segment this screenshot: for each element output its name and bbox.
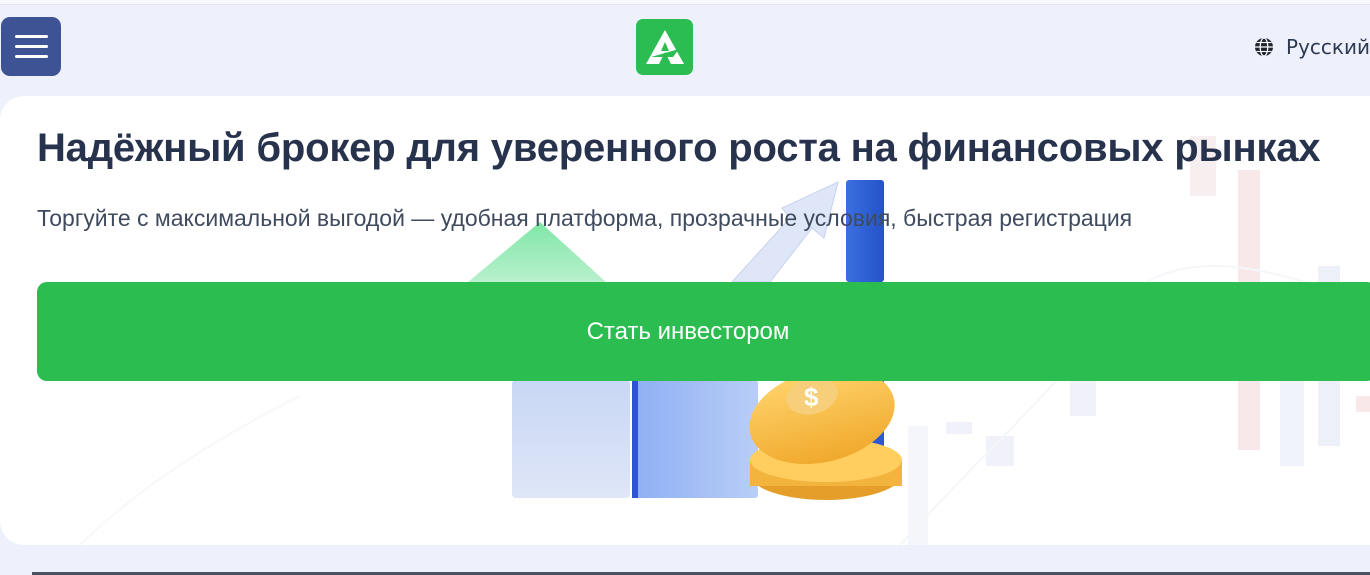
hamburger-menu-icon xyxy=(14,35,48,38)
brand-logo-icon xyxy=(645,30,684,64)
menu-button[interactable] xyxy=(1,17,61,76)
language-selector[interactable]: Русский xyxy=(1254,32,1370,62)
globe-icon xyxy=(1255,37,1274,57)
top-divider xyxy=(0,0,1370,5)
brand-logo[interactable] xyxy=(636,19,693,75)
menu-icon-line xyxy=(14,55,48,58)
become-investor-button[interactable]: Стать инвестором xyxy=(37,282,1370,381)
hero-subtitle: Торгуйте с максимальной выгодой — удобна… xyxy=(37,205,1133,231)
cta-label: Стать инвестором xyxy=(586,317,790,345)
hero-section: $ Надёжный брокер для уверенного роста н… xyxy=(0,96,1370,545)
svg-text:$: $ xyxy=(804,382,819,412)
menu-icon-line xyxy=(14,45,48,48)
hero-title: Надёжный брокер для уверенного роста на … xyxy=(37,126,1321,170)
language-label: Русский xyxy=(1286,35,1370,59)
